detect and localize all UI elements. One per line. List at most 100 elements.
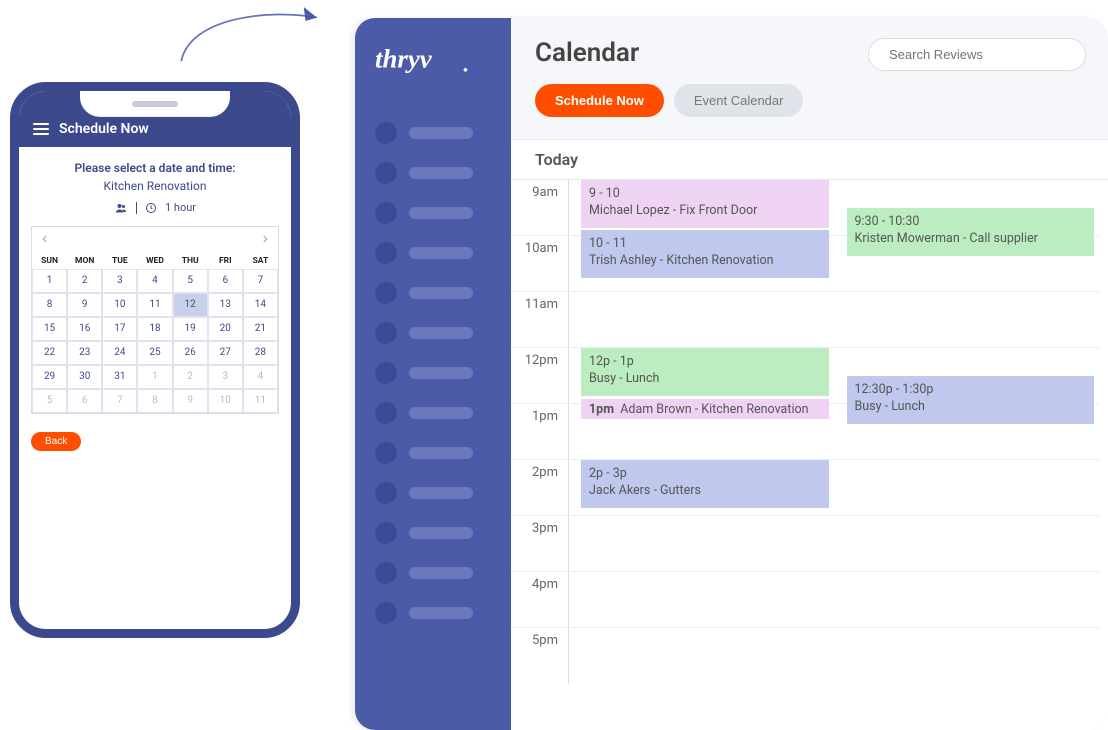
cal-date-cell[interactable]: 18 bbox=[137, 317, 172, 341]
sidebar-item-label bbox=[409, 487, 473, 499]
cal-date-cell[interactable]: 3 bbox=[102, 269, 137, 293]
cal-day-head: WED bbox=[137, 253, 172, 269]
cal-date-cell[interactable]: 23 bbox=[67, 341, 102, 365]
cal-date-cell[interactable]: 22 bbox=[32, 341, 67, 365]
svg-text:thryv: thryv bbox=[375, 43, 433, 73]
sidebar-item[interactable] bbox=[375, 162, 511, 184]
event-block[interactable]: 12p - 1p Busy - Lunch bbox=[581, 348, 829, 396]
event-block[interactable]: 2p - 3p Jack Akers - Gutters bbox=[581, 460, 829, 508]
cal-date-cell[interactable]: 14 bbox=[243, 293, 278, 317]
cal-date-cell[interactable]: 24 bbox=[102, 341, 137, 365]
cal-date-cell[interactable]: 7 bbox=[102, 389, 137, 413]
sidebar-item[interactable] bbox=[375, 482, 511, 504]
sidebar-item[interactable] bbox=[375, 242, 511, 264]
sidebar-item[interactable] bbox=[375, 562, 511, 584]
cal-date-cell[interactable]: 1 bbox=[32, 269, 67, 293]
cal-date-cell[interactable]: 20 bbox=[208, 317, 243, 341]
sidebar-item[interactable] bbox=[375, 602, 511, 624]
cal-date-cell[interactable]: 25 bbox=[137, 341, 172, 365]
cal-date-cell[interactable]: 29 bbox=[32, 365, 67, 389]
cal-date-cell[interactable]: 2 bbox=[173, 365, 208, 389]
sidebar-item[interactable] bbox=[375, 402, 511, 424]
schedule-now-button[interactable]: Schedule Now bbox=[535, 84, 664, 117]
cal-date-cell[interactable]: 1 bbox=[137, 365, 172, 389]
cal-date-cell[interactable]: 10 bbox=[208, 389, 243, 413]
cal-date-cell[interactable]: 16 bbox=[67, 317, 102, 341]
cal-day-head: THU bbox=[173, 253, 208, 269]
sidebar-item-icon bbox=[375, 402, 397, 424]
cal-date-cell[interactable]: 21 bbox=[243, 317, 278, 341]
sidebar-item-label bbox=[409, 607, 473, 619]
sidebar-item[interactable] bbox=[375, 362, 511, 384]
sidebar-item-icon bbox=[375, 562, 397, 584]
cal-date-cell[interactable]: 30 bbox=[67, 365, 102, 389]
sidebar-item[interactable] bbox=[375, 202, 511, 224]
sidebar-item-label bbox=[409, 447, 473, 459]
phone-speaker bbox=[132, 101, 178, 107]
cal-date-cell[interactable]: 6 bbox=[67, 389, 102, 413]
event-block[interactable]: 1pm Adam Brown - Kitchen Renovation bbox=[581, 399, 829, 419]
route-arrow-icon bbox=[170, 0, 350, 70]
hour-label: 3pm bbox=[511, 516, 569, 571]
back-button[interactable]: Back bbox=[31, 432, 81, 451]
cal-date-cell[interactable]: 9 bbox=[67, 293, 102, 317]
cal-date-cell[interactable]: 11 bbox=[243, 389, 278, 413]
hour-label: 10am bbox=[511, 236, 569, 291]
next-month-button[interactable] bbox=[260, 233, 270, 247]
cal-date-cell[interactable]: 6 bbox=[208, 269, 243, 293]
cal-date-cell[interactable]: 4 bbox=[243, 365, 278, 389]
cal-date-cell[interactable]: 9 bbox=[173, 389, 208, 413]
logo-thryv: thryv bbox=[375, 40, 485, 80]
sidebar-item-label bbox=[409, 527, 473, 539]
cal-date-cell[interactable]: 5 bbox=[32, 389, 67, 413]
sidebar-item[interactable] bbox=[375, 442, 511, 464]
sidebar-item-label bbox=[409, 407, 473, 419]
cal-head-row: SUNMONTUEWEDTHUFRISAT bbox=[32, 253, 278, 269]
cal-day-head: MON bbox=[67, 253, 102, 269]
cal-date-cell[interactable]: 19 bbox=[173, 317, 208, 341]
sidebar-item-label bbox=[409, 367, 473, 379]
search-input[interactable] bbox=[868, 38, 1086, 71]
duration-label: 1 hour bbox=[165, 201, 196, 214]
cal-date-cell[interactable]: 7 bbox=[243, 269, 278, 293]
sidebar-item-icon bbox=[375, 602, 397, 624]
event-calendar-button[interactable]: Event Calendar bbox=[674, 84, 804, 117]
cal-date-cell[interactable]: 8 bbox=[32, 293, 67, 317]
sidebar: thryv bbox=[355, 18, 511, 730]
cal-date-cell[interactable]: 5 bbox=[173, 269, 208, 293]
today-header: Today bbox=[511, 139, 1108, 180]
cal-date-cell[interactable]: 13 bbox=[208, 293, 243, 317]
sidebar-item[interactable] bbox=[375, 322, 511, 344]
cal-date-cell[interactable]: 27 bbox=[208, 341, 243, 365]
cal-date-cell[interactable]: 4 bbox=[137, 269, 172, 293]
cal-date-cell[interactable]: 2 bbox=[67, 269, 102, 293]
cal-date-cell[interactable]: 8 bbox=[137, 389, 172, 413]
cal-date-cell[interactable]: 3 bbox=[208, 365, 243, 389]
cal-date-cell[interactable]: 10 bbox=[102, 293, 137, 317]
cal-date-cell[interactable]: 15 bbox=[32, 317, 67, 341]
prev-month-button[interactable] bbox=[40, 233, 50, 247]
cal-date-cell[interactable]: 17 bbox=[102, 317, 137, 341]
sidebar-item-label bbox=[409, 207, 473, 219]
sidebar-item-icon bbox=[375, 242, 397, 264]
phone-notch bbox=[80, 91, 230, 117]
event-block[interactable]: 10 - 11 Trish Ashley - Kitchen Renovatio… bbox=[581, 230, 829, 278]
event-block[interactable]: 9 - 10 Michael Lopez - Fix Front Door bbox=[581, 180, 829, 228]
sidebar-item-label bbox=[409, 167, 473, 179]
sidebar-item-icon bbox=[375, 442, 397, 464]
prompt-select-date: Please select a date and time: bbox=[31, 161, 279, 175]
sidebar-item-icon bbox=[375, 362, 397, 384]
sidebar-item[interactable] bbox=[375, 122, 511, 144]
menu-icon[interactable] bbox=[33, 123, 49, 135]
booking-meta: 1 hour bbox=[31, 201, 279, 214]
cal-date-cell[interactable]: 31 bbox=[102, 365, 137, 389]
cal-date-cell[interactable]: 12 bbox=[173, 293, 208, 317]
cal-day-head: SUN bbox=[32, 253, 67, 269]
cal-date-cell[interactable]: 11 bbox=[137, 293, 172, 317]
sidebar-item[interactable] bbox=[375, 522, 511, 544]
cal-date-cell[interactable]: 26 bbox=[173, 341, 208, 365]
cal-date-cell[interactable]: 28 bbox=[243, 341, 278, 365]
phone-mockup: Schedule Now Please select a date and ti… bbox=[10, 82, 300, 638]
sidebar-item[interactable] bbox=[375, 282, 511, 304]
sidebar-item-icon bbox=[375, 322, 397, 344]
